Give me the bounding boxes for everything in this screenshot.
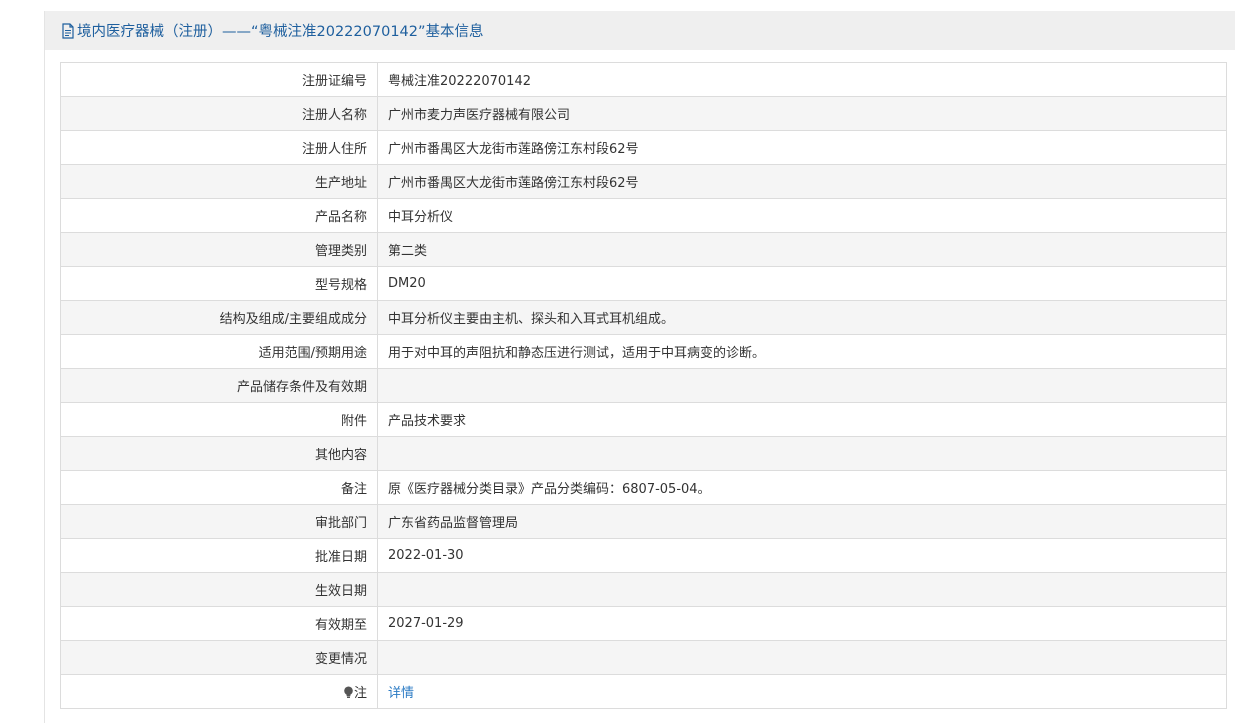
table-row: 附件 产品技术要求 [60,402,1227,437]
row-label: 有效期至 [60,606,378,641]
row-value: 中耳分析仪主要由主机、探头和入耳式耳机组成。 [377,300,1227,335]
note-row: 注 详情 [60,674,1227,709]
row-value: 2027-01-29 [377,606,1227,641]
info-table-body: 注册证编号 粤械注准20222070142 注册人名称 广州市麦力声医疗器械有限… [60,62,1227,709]
row-label: 批准日期 [60,538,378,573]
table-row: 管理类别 第二类 [60,232,1227,267]
registration-info-panel: 境内医疗器械（注册）——“粤械注准20222070142”基本信息 注册证编号 … [44,11,1235,723]
table-row: 型号规格 DM20 [60,266,1227,301]
row-value: 第二类 [377,232,1227,267]
row-label: 变更情况 [60,640,378,675]
table-row: 其他内容 [60,436,1227,471]
row-label: 产品名称 [60,198,378,233]
table-row: 注册人住所 广州市番禺区大龙街市莲路傍江东村段62号 [60,130,1227,165]
row-value: 广东省药品监督管理局 [377,504,1227,539]
registration-info-table: 注册证编号 粤械注准20222070142 注册人名称 广州市麦力声医疗器械有限… [60,62,1227,709]
row-value: 广州市番禺区大龙街市莲路傍江东村段62号 [377,164,1227,199]
table-row: 生产地址 广州市番禺区大龙街市莲路傍江东村段62号 [60,164,1227,199]
row-value: 广州市麦力声医疗器械有限公司 [377,96,1227,131]
row-value: 产品技术要求 [377,402,1227,437]
row-value: 用于对中耳的声阻抗和静态压进行测试，适用于中耳病变的诊断。 [377,334,1227,369]
table-row: 批准日期 2022-01-30 [60,538,1227,573]
row-label: 注册人住所 [60,130,378,165]
table-row: 备注 原《医疗器械分类目录》产品分类编码：6807-05-04。 [60,470,1227,505]
page-title: 境内医疗器械（注册）——“粤械注准20222070142”基本信息 [77,24,484,40]
row-label: 备注 [60,470,378,505]
table-row: 生效日期 [60,572,1227,607]
table-row: 适用范围/预期用途 用于对中耳的声阻抗和静态压进行测试，适用于中耳病变的诊断。 [60,334,1227,369]
document-icon [62,22,74,39]
note-value-cell: 详情 [377,674,1227,709]
row-value: DM20 [377,266,1227,301]
panel-header: 境内医疗器械（注册）——“粤械注准20222070142”基本信息 [45,11,1235,50]
table-row: 审批部门 广东省药品监督管理局 [60,504,1227,539]
row-value: 2022-01-30 [377,538,1227,573]
row-value: 粤械注准20222070142 [377,62,1227,97]
table-row: 有效期至 2027-01-29 [60,606,1227,641]
row-value: 中耳分析仪 [377,198,1227,233]
row-label: 注册人名称 [60,96,378,131]
row-label: 生效日期 [60,572,378,607]
row-value: 原《医疗器械分类目录》产品分类编码：6807-05-04。 [377,470,1227,505]
row-label: 适用范围/预期用途 [60,334,378,369]
row-value [377,368,1227,403]
table-row: 结构及组成/主要组成成分 中耳分析仪主要由主机、探头和入耳式耳机组成。 [60,300,1227,335]
table-row: 产品名称 中耳分析仪 [60,198,1227,233]
row-label: 管理类别 [60,232,378,267]
lightbulb-icon [344,686,353,698]
table-row: 变更情况 [60,640,1227,675]
note-label-cell: 注 [60,674,378,709]
row-value [377,572,1227,607]
row-label: 产品储存条件及有效期 [60,368,378,403]
row-label: 注册证编号 [60,62,378,97]
row-value [377,436,1227,471]
row-label: 型号规格 [60,266,378,301]
row-label: 其他内容 [60,436,378,471]
row-label: 生产地址 [60,164,378,199]
table-row: 产品储存条件及有效期 [60,368,1227,403]
row-label: 附件 [60,402,378,437]
note-label: 注 [353,686,367,701]
table-row: 注册人名称 广州市麦力声医疗器械有限公司 [60,96,1227,131]
table-row: 注册证编号 粤械注准20222070142 [60,62,1227,97]
row-label: 结构及组成/主要组成成分 [60,300,378,335]
row-value: 广州市番禺区大龙街市莲路傍江东村段62号 [377,130,1227,165]
row-label: 审批部门 [60,504,378,539]
row-value [377,640,1227,675]
details-link[interactable]: 详情 [388,686,414,701]
